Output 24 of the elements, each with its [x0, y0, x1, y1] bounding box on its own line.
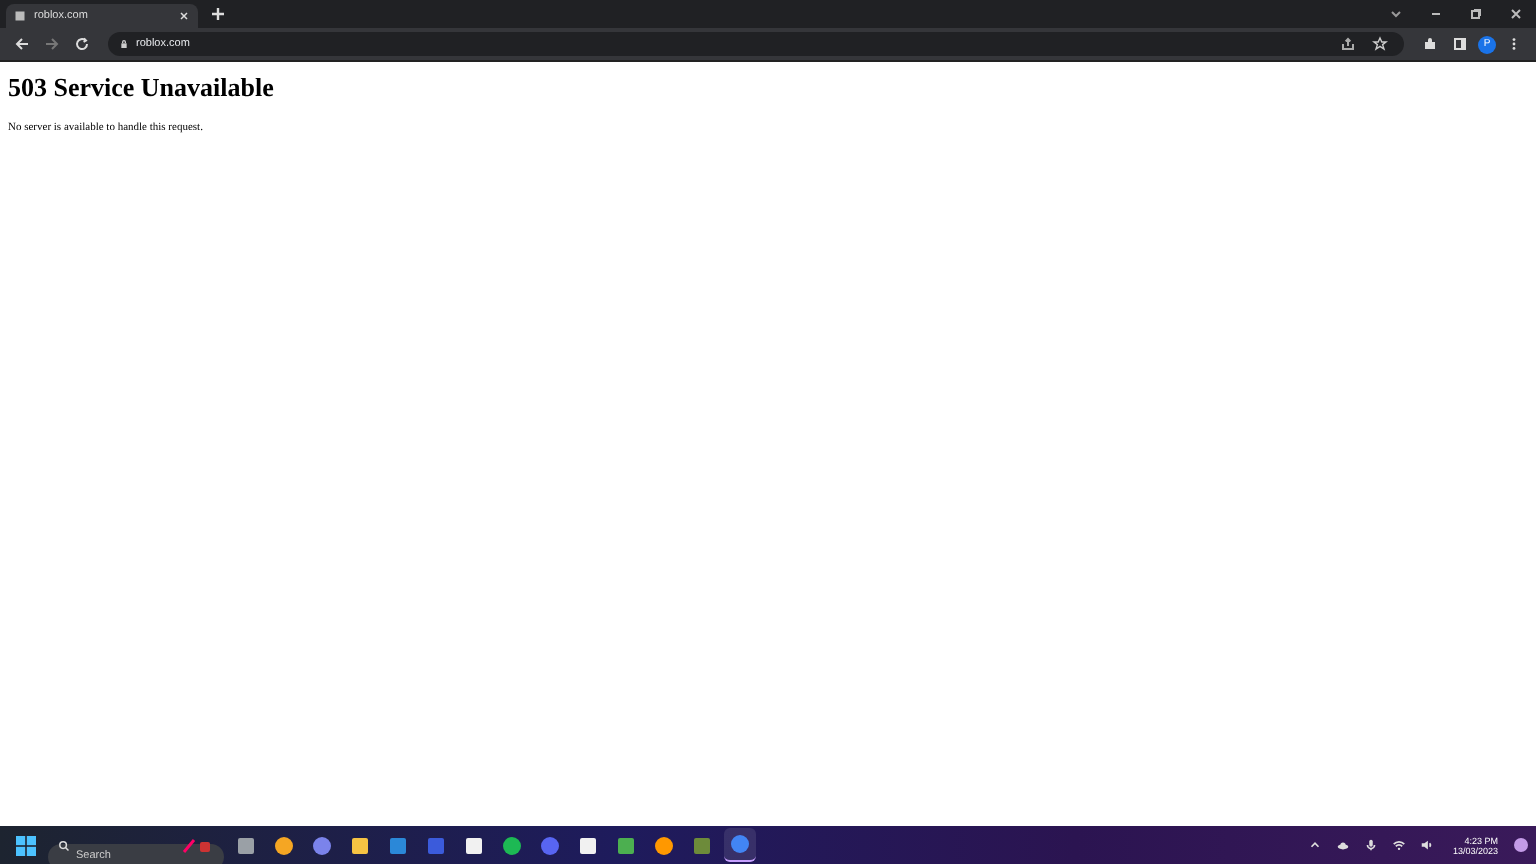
cloud-icon[interactable]	[1336, 838, 1351, 852]
page-icon	[14, 10, 26, 22]
speaker-icon[interactable]	[1420, 838, 1435, 852]
close-icon[interactable]	[178, 10, 190, 22]
windows-start-icon[interactable]	[16, 835, 36, 855]
back-icon[interactable]	[14, 36, 30, 52]
wifi-icon[interactable]	[1392, 838, 1407, 852]
puzzle-icon[interactable]	[1422, 36, 1438, 52]
lock-icon	[120, 38, 128, 50]
share-icon[interactable]	[1340, 36, 1356, 52]
chevron-down-icon[interactable]	[1388, 6, 1404, 22]
restore-icon[interactable]	[1468, 6, 1484, 22]
chevron-up-icon[interactable]	[1308, 838, 1323, 852]
search-icon	[58, 839, 70, 851]
close-icon[interactable]	[1508, 6, 1524, 22]
new-tab-icon[interactable]	[210, 6, 226, 22]
error-heading: 503 Service Unavailable	[8, 72, 276, 104]
forward-icon[interactable]	[44, 36, 60, 52]
taskbar-app[interactable]	[724, 828, 756, 862]
notification-icon[interactable]	[1514, 838, 1528, 852]
microphone-icon[interactable]	[1364, 838, 1379, 852]
reload-icon[interactable]	[74, 36, 90, 52]
side-panel-icon[interactable]	[1452, 36, 1468, 52]
star-icon[interactable]	[1372, 36, 1388, 52]
